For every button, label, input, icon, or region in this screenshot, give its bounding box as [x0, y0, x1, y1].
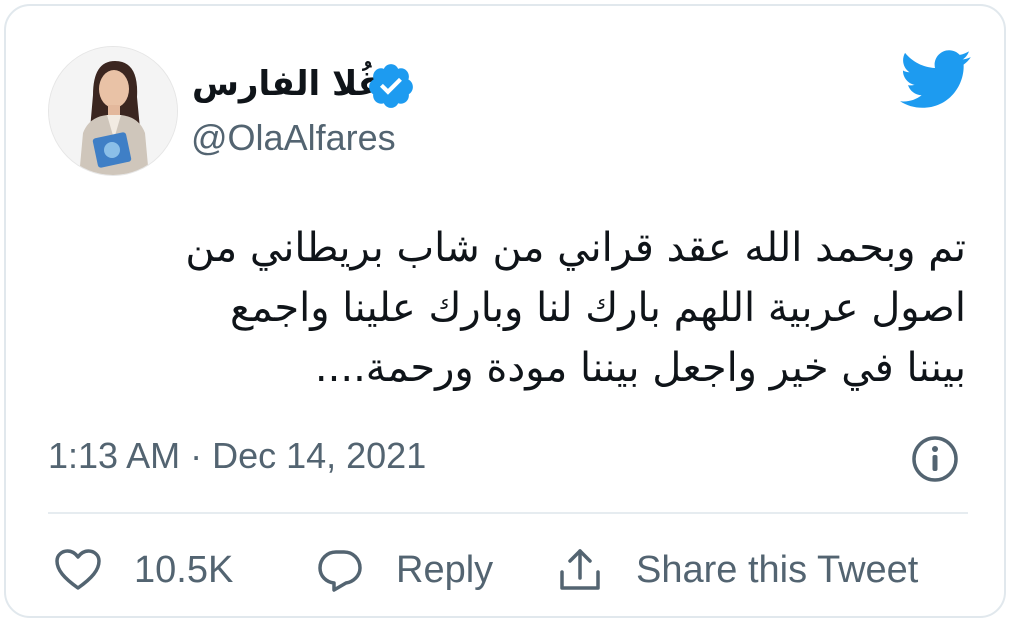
- tweet-line: بيننا في خير واجعل بيننا مودة ورحمة....: [314, 345, 966, 391]
- twitter-bird-icon[interactable]: [900, 50, 972, 110]
- reply-bubble-icon: [318, 550, 362, 592]
- reply-button[interactable]: Reply: [316, 544, 493, 596]
- share-icon: [560, 549, 600, 590]
- avatar-photo: [49, 47, 177, 175]
- tweet-timestamp[interactable]: 1:13 AM · Dec 14, 2021: [48, 434, 426, 478]
- verified-badge-icon: [369, 64, 413, 108]
- info-icon[interactable]: [910, 434, 960, 484]
- share-label: Share this Tweet: [636, 548, 919, 591]
- share-button[interactable]: Share this Tweet: [556, 544, 918, 596]
- divider: [48, 512, 968, 514]
- like-count: 10.5K: [134, 548, 234, 591]
- display-name[interactable]: غُلا الفارس: [192, 62, 381, 106]
- avatar[interactable]: [48, 46, 178, 176]
- user-handle[interactable]: @OlaAlfares: [191, 114, 396, 162]
- tweet-text: تم وبحمد الله عقد قراني من شاب بريطاني م…: [36, 218, 966, 398]
- reply-label: Reply: [396, 548, 494, 591]
- tweet-line: اصول عربية اللهم بارك لنا وبارك علينا وا…: [230, 285, 966, 331]
- tweet-line: تم وبحمد الله عقد قراني من شاب بريطاني م…: [185, 225, 966, 271]
- like-button[interactable]: 10.5K: [54, 544, 233, 596]
- heart-icon: [55, 549, 101, 590]
- tweet-card: غُلا الفارس @OlaAlfares تم وبحمد الله عق…: [4, 4, 1006, 618]
